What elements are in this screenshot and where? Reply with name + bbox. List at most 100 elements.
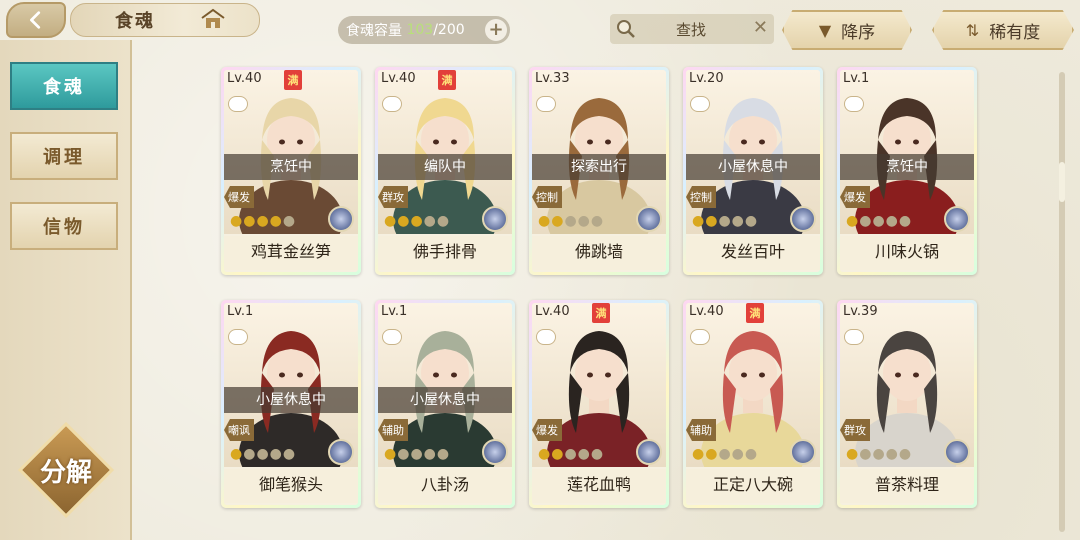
food-soul-card[interactable]: Lv.40 满 编队中 群攻 ●●●●● 佛手排骨 <box>375 67 515 275</box>
food-soul-name: 正定八大碗 <box>686 469 820 503</box>
element-orb-icon <box>944 206 970 232</box>
search-box[interactable]: 查找 ✕ <box>610 14 774 44</box>
tab-food-souls[interactable]: 食魂 <box>10 62 118 110</box>
food-soul-card[interactable]: Lv.40 满 辅助 ●●●●● 正定八大碗 <box>683 300 823 508</box>
star-empty-icon: ● <box>423 213 437 229</box>
decompose-button[interactable]: 分解 <box>17 421 115 520</box>
star-filled-icon: ● <box>551 446 565 462</box>
home-icon[interactable] <box>200 8 226 30</box>
star-rating: ●●●●● <box>846 446 912 462</box>
star-empty-icon: ● <box>436 213 451 229</box>
max-level-badge: 满 <box>592 303 610 323</box>
title-plate <box>70 3 260 37</box>
food-soul-card[interactable]: Lv.1 烹饪中 爆发 ●●●●● 川味火锅 <box>837 67 977 275</box>
element-orb-icon <box>790 439 816 465</box>
star-empty-icon: ● <box>243 446 257 462</box>
level-label: Lv.40 <box>227 71 262 86</box>
food-soul-name: 莲花血鸭 <box>532 469 666 503</box>
card-body: Lv.40 满 爆发 ●●●●● 莲花血鸭 <box>532 303 666 505</box>
search-icon <box>617 20 635 38</box>
food-soul-card[interactable]: Lv.1 小屋休息中 嘲讽 ●●●●● 御笔猴头 <box>221 300 361 508</box>
status-banner: 烹饪中 <box>224 154 358 180</box>
card-body: Lv.1 小屋休息中 嘲讽 ●●●●● 御笔猴头 <box>224 303 358 505</box>
mood-icon <box>382 96 402 112</box>
tab-conditioning[interactable]: 调理 <box>10 132 118 180</box>
element-orb-icon <box>944 439 970 465</box>
status-banner: 编队中 <box>378 154 512 180</box>
role-tag: 群攻 <box>840 419 870 441</box>
element-orb-icon <box>482 439 508 465</box>
level-label: Lv.1 <box>381 304 408 319</box>
star-filled-icon: ● <box>692 446 706 462</box>
scrollbar[interactable] <box>1059 72 1065 532</box>
level-label: Lv.40 <box>689 304 724 319</box>
star-empty-icon: ● <box>564 213 578 229</box>
star-filled-icon: ● <box>846 213 860 229</box>
food-soul-name: 佛跳墙 <box>532 236 666 270</box>
element-orb-icon <box>790 206 816 232</box>
card-body: Lv.40 满 辅助 ●●●●● 正定八大碗 <box>686 303 820 505</box>
star-empty-icon: ● <box>744 213 759 229</box>
expand-capacity-button[interactable]: + <box>485 19 507 41</box>
food-soul-card[interactable]: Lv.1 小屋休息中 辅助 ●●●●● 八卦汤 <box>375 300 515 508</box>
max-level-badge: 满 <box>284 70 302 90</box>
food-soul-card[interactable]: Lv.40 满 爆发 ●●●●● 莲花血鸭 <box>529 300 669 508</box>
food-soul-name: 鸡茸金丝笋 <box>224 236 358 270</box>
level-label: Lv.40 <box>381 71 416 86</box>
tab-tokens[interactable]: 信物 <box>10 202 118 250</box>
mood-icon <box>536 96 556 112</box>
star-empty-icon: ● <box>731 446 745 462</box>
star-empty-icon: ● <box>564 446 578 462</box>
sort-order-button[interactable]: ▼ 降序 <box>782 10 912 50</box>
food-soul-card[interactable]: Lv.20 小屋休息中 控制 ●●●●● 发丝百叶 <box>683 67 823 275</box>
capacity-label: 食魂容量 <box>346 23 402 39</box>
star-filled-icon: ● <box>538 213 552 229</box>
star-filled-icon: ● <box>230 446 244 462</box>
star-filled-icon: ● <box>256 213 270 229</box>
food-soul-name: 御笔猴头 <box>224 469 358 503</box>
sort-order-label: 降序 <box>841 22 876 43</box>
star-empty-icon: ● <box>872 446 886 462</box>
card-body: Lv.1 烹饪中 爆发 ●●●●● 川味火锅 <box>840 70 974 272</box>
star-filled-icon: ● <box>269 213 283 229</box>
level-label: Lv.20 <box>689 71 724 86</box>
food-soul-card[interactable]: Lv.40 满 烹饪中 爆发 ●●●●● 鸡茸金丝笋 <box>221 67 361 275</box>
star-empty-icon: ● <box>256 446 270 462</box>
status-banner: 小屋休息中 <box>686 154 820 180</box>
star-empty-icon: ● <box>397 446 411 462</box>
card-body: Lv.20 小屋休息中 控制 ●●●●● 发丝百叶 <box>686 70 820 272</box>
food-soul-card[interactable]: Lv.39 群攻 ●●●●● 普茶料理 <box>837 300 977 508</box>
card-body: Lv.39 群攻 ●●●●● 普茶料理 <box>840 303 974 505</box>
role-tag: 群攻 <box>378 186 408 208</box>
back-button[interactable] <box>6 2 66 38</box>
status-banner: 小屋休息中 <box>378 387 512 413</box>
scrollbar-thumb[interactable] <box>1059 162 1065 202</box>
capacity-max: 200 <box>437 22 465 38</box>
role-tag: 控制 <box>686 186 716 208</box>
decompose-label: 分解 <box>39 458 92 488</box>
sort-rarity-button[interactable]: ⇅ 稀有度 <box>932 10 1074 50</box>
triangle-down-icon: ▼ <box>818 20 832 40</box>
food-soul-card[interactable]: Lv.33 探索出行 控制 ●●●●● 佛跳墙 <box>529 67 669 275</box>
star-empty-icon: ● <box>859 446 873 462</box>
clear-search-icon[interactable]: ✕ <box>753 17 768 38</box>
star-filled-icon: ● <box>243 213 257 229</box>
star-empty-icon: ● <box>436 446 451 462</box>
star-empty-icon: ● <box>269 446 283 462</box>
star-empty-icon: ● <box>885 446 899 462</box>
role-tag: 控制 <box>532 186 562 208</box>
star-filled-icon: ● <box>705 213 719 229</box>
food-soul-name: 发丝百叶 <box>686 236 820 270</box>
mood-icon <box>228 329 248 345</box>
star-filled-icon: ● <box>705 446 719 462</box>
star-empty-icon: ● <box>872 213 886 229</box>
food-soul-name: 八卦汤 <box>378 469 512 503</box>
capacity-current: 103 <box>406 22 434 38</box>
status-banner: 探索出行 <box>532 154 666 180</box>
level-label: Lv.33 <box>535 71 570 86</box>
capacity-indicator: 食魂容量 103/200 + <box>338 16 510 44</box>
star-empty-icon: ● <box>718 446 732 462</box>
star-empty-icon: ● <box>859 213 873 229</box>
star-empty-icon: ● <box>282 446 297 462</box>
star-filled-icon: ● <box>692 213 706 229</box>
